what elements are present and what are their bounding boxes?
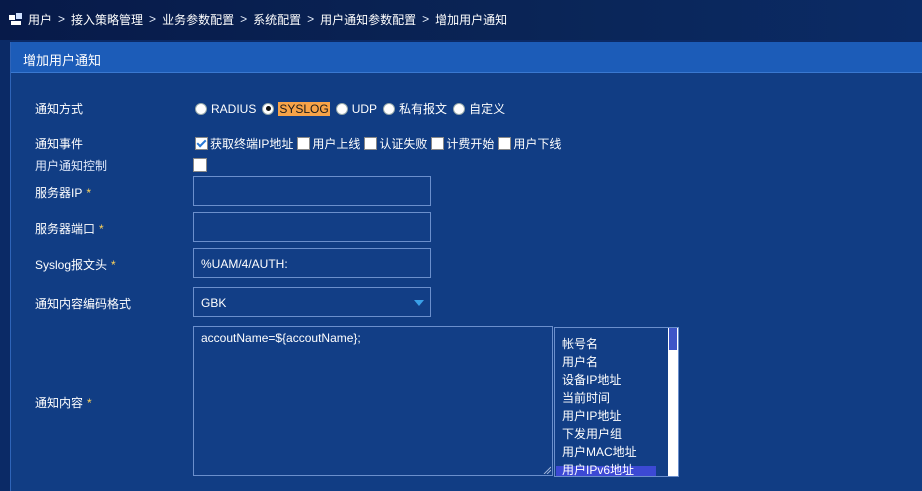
- checkbox-offline[interactable]: 用户下线: [498, 135, 561, 152]
- content-text: accoutName=${accoutName};: [201, 331, 361, 345]
- listbox-scrollbar[interactable]: [668, 328, 678, 476]
- content-label-row: 通知内容 *: [35, 394, 92, 411]
- radio-circle[interactable]: [335, 102, 348, 115]
- server-ip-input[interactable]: [193, 176, 431, 206]
- checkbox-auth-fail[interactable]: 认证失败: [364, 135, 427, 152]
- checkbox-label: 认证失败: [379, 137, 428, 151]
- notify-events-label: 通知事件: [35, 137, 84, 151]
- radio-label: UDP: [351, 101, 378, 116]
- radio-circle[interactable]: [453, 102, 466, 115]
- breadcrumb-separator: >: [240, 12, 248, 26]
- list-item[interactable]: 设备IP地址: [562, 371, 621, 388]
- breadcrumb-separator: >: [307, 12, 315, 26]
- breadcrumb-separator: >: [149, 12, 157, 26]
- encoding-select[interactable]: GBK: [193, 287, 431, 317]
- radio-private[interactable]: 私有报文: [383, 100, 447, 117]
- content-label: 通知内容: [35, 396, 84, 410]
- server-port-input[interactable]: [193, 212, 431, 242]
- breadcrumb-item[interactable]: 接入策略管理: [71, 11, 143, 28]
- list-item[interactable]: 用户IPv6地址: [562, 461, 634, 476]
- required-mark: *: [99, 222, 104, 236]
- required-mark: *: [111, 258, 116, 272]
- radio-label: RADIUS: [211, 101, 257, 116]
- radio-custom[interactable]: 自定义: [453, 100, 505, 117]
- list-item[interactable]: 用户IP地址: [562, 407, 621, 424]
- scrollbar-thumb[interactable]: [669, 328, 677, 350]
- radio-circle[interactable]: [383, 102, 396, 115]
- encoding-value: GBK: [201, 296, 227, 310]
- resize-grip-icon[interactable]: [543, 466, 551, 474]
- breadcrumb-current: 增加用户通知: [435, 12, 508, 27]
- encoding-label: 通知内容编码格式: [35, 297, 132, 311]
- add-notification-panel: 增加用户通知 通知方式 RADIUS SYSLOG UDP 私有报文 自定义 通…: [10, 42, 922, 491]
- content-textarea[interactable]: accoutName=${accoutName};: [193, 326, 553, 476]
- server-port-label: 服务器端口: [35, 222, 96, 236]
- user-notify-control-checkbox[interactable]: [193, 158, 207, 172]
- panel-header: 增加用户通知: [11, 42, 922, 73]
- server-ip-label-row: 服务器IP *: [35, 184, 91, 201]
- radio-radius[interactable]: RADIUS: [195, 102, 256, 116]
- syslog-header-value: %UAM/4/AUTH:: [201, 257, 288, 271]
- server-ip-label: 服务器IP: [35, 186, 83, 200]
- list-item[interactable]: 当前时间: [562, 389, 610, 406]
- panel-title: 增加用户通知: [23, 53, 102, 68]
- checkbox-get-ip[interactable]: 获取终端IP地址: [195, 135, 293, 152]
- checkbox[interactable]: [364, 137, 378, 150]
- list-item[interactable]: 用户名: [562, 353, 598, 370]
- list-item[interactable]: 帐号名: [562, 335, 598, 352]
- radio-udp[interactable]: UDP: [335, 101, 378, 116]
- top-bar: 用户 > 接入策略管理 > 业务参数配置 > 系统配置 > 用户通知参数配置 >…: [0, 0, 922, 40]
- checkbox-label: 计费开始: [446, 137, 495, 151]
- syslog-header-label: Syslog报文头: [35, 258, 108, 272]
- breadcrumb-item[interactable]: 系统配置: [253, 11, 301, 28]
- required-mark: *: [87, 396, 92, 410]
- breadcrumb: 用户 > 接入策略管理 > 业务参数配置 > 系统配置 > 用户通知参数配置 >…: [8, 10, 507, 28]
- radio-label: SYSLOG: [278, 101, 330, 116]
- checkbox[interactable]: [297, 137, 311, 150]
- list-item[interactable]: 用户MAC地址: [562, 443, 637, 460]
- breadcrumb-item[interactable]: 业务参数配置: [162, 11, 234, 28]
- checkbox-checked[interactable]: [195, 137, 208, 150]
- user-notify-control-label: 用户通知控制: [35, 159, 108, 173]
- checkbox-label: 用户上线: [312, 137, 361, 151]
- radio-syslog[interactable]: SYSLOG: [262, 101, 330, 116]
- syslog-header-input[interactable]: %UAM/4/AUTH:: [193, 248, 431, 278]
- radio-label: 私有报文: [399, 102, 448, 116]
- radio-label: 自定义: [469, 102, 506, 116]
- syslog-header-label-row: Syslog报文头 *: [35, 256, 116, 273]
- checkbox-online[interactable]: 用户上线: [297, 135, 360, 152]
- radio-circle[interactable]: [195, 102, 207, 115]
- checkbox[interactable]: [431, 137, 445, 150]
- list-item[interactable]: 下发用户组: [562, 425, 622, 442]
- users-icon: [9, 13, 22, 25]
- variable-listbox[interactable]: 帐号名 用户名 设备IP地址 当前时间 用户IP地址 下发用户组 用户MAC地址…: [554, 327, 679, 477]
- checkbox-label: 获取终端IP地址: [210, 137, 294, 151]
- server-port-label-row: 服务器端口 *: [35, 220, 104, 237]
- radio-circle-selected[interactable]: [262, 102, 275, 115]
- notify-events-group: 获取终端IP地址 用户上线 认证失败 计费开始 用户下线: [195, 135, 565, 152]
- breadcrumb-item[interactable]: 用户: [28, 11, 52, 28]
- notify-method-group: RADIUS SYSLOG UDP 私有报文 自定义: [195, 100, 511, 117]
- user-notify-control-wrap: [193, 158, 209, 172]
- breadcrumb-separator: >: [58, 12, 66, 26]
- chevron-down-icon[interactable]: [414, 300, 424, 306]
- breadcrumb-separator: >: [422, 12, 430, 26]
- notify-method-label: 通知方式: [35, 102, 84, 116]
- required-mark: *: [86, 186, 92, 200]
- checkbox[interactable]: [498, 137, 512, 150]
- checkbox-billing-start[interactable]: 计费开始: [431, 135, 494, 152]
- checkbox-label: 用户下线: [513, 137, 562, 151]
- breadcrumb-item[interactable]: 用户通知参数配置: [320, 11, 416, 28]
